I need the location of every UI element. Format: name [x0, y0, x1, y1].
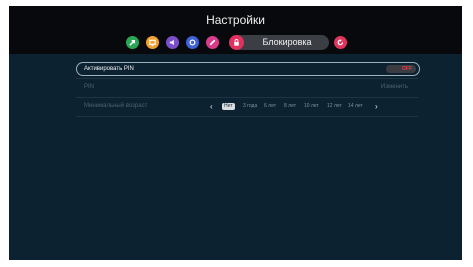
tab-lock-label: Блокировка [262, 37, 312, 47]
activate-pin-row[interactable]: Активировать PIN OFF [76, 62, 420, 76]
lock-icon [234, 39, 239, 46]
tab-general[interactable] [186, 36, 199, 49]
age-option[interactable]: 14 лет [348, 100, 363, 113]
age-option[interactable]: 12 лет [327, 100, 342, 113]
lock-tab-icon [229, 35, 244, 50]
page-title: Настройки [206, 13, 265, 27]
pin-code-row: PIN Изменить [76, 81, 418, 94]
header-bar: Настройки Блокировка [9, 6, 462, 54]
age-option[interactable]: 8 лет [284, 100, 296, 113]
gear-icon [189, 39, 196, 46]
chevron-left-icon[interactable]: ‹ [210, 100, 213, 113]
age-option[interactable]: 10 лет [304, 100, 319, 113]
age-option-selected[interactable]: Нет [222, 103, 235, 110]
tab-edit[interactable] [206, 36, 219, 49]
divider [76, 97, 418, 98]
settings-tabs: Блокировка [9, 33, 462, 51]
arrow-icon [129, 39, 136, 46]
age-option[interactable]: 3 года [243, 100, 257, 113]
tab-network[interactable] [126, 36, 139, 49]
tab-display[interactable] [146, 36, 159, 49]
pin-change-action: Изменить [380, 84, 408, 90]
tab-lock[interactable]: Блокировка [229, 35, 329, 50]
min-age-label: Минимальный возраст [84, 103, 148, 109]
tab-reset[interactable] [334, 36, 347, 49]
tab-audio[interactable] [166, 36, 179, 49]
divider [76, 116, 418, 117]
divider [76, 78, 418, 79]
age-option[interactable]: 6 лет [264, 100, 276, 113]
chevron-right-icon[interactable]: › [375, 100, 378, 113]
activate-pin-label: Активировать PIN [84, 66, 134, 72]
activate-pin-toggle[interactable]: OFF [386, 65, 416, 73]
pencil-icon [209, 39, 216, 46]
reset-icon [337, 39, 344, 46]
min-age-row: Минимальный возраст ‹ Нет 3 года 6 лет 8… [76, 100, 418, 113]
speaker-icon [169, 39, 174, 46]
pin-code-label: PIN [84, 84, 95, 90]
screen-icon [149, 39, 156, 47]
tv-screen: Настройки Блокировка Активировать PIN OF… [9, 6, 462, 260]
